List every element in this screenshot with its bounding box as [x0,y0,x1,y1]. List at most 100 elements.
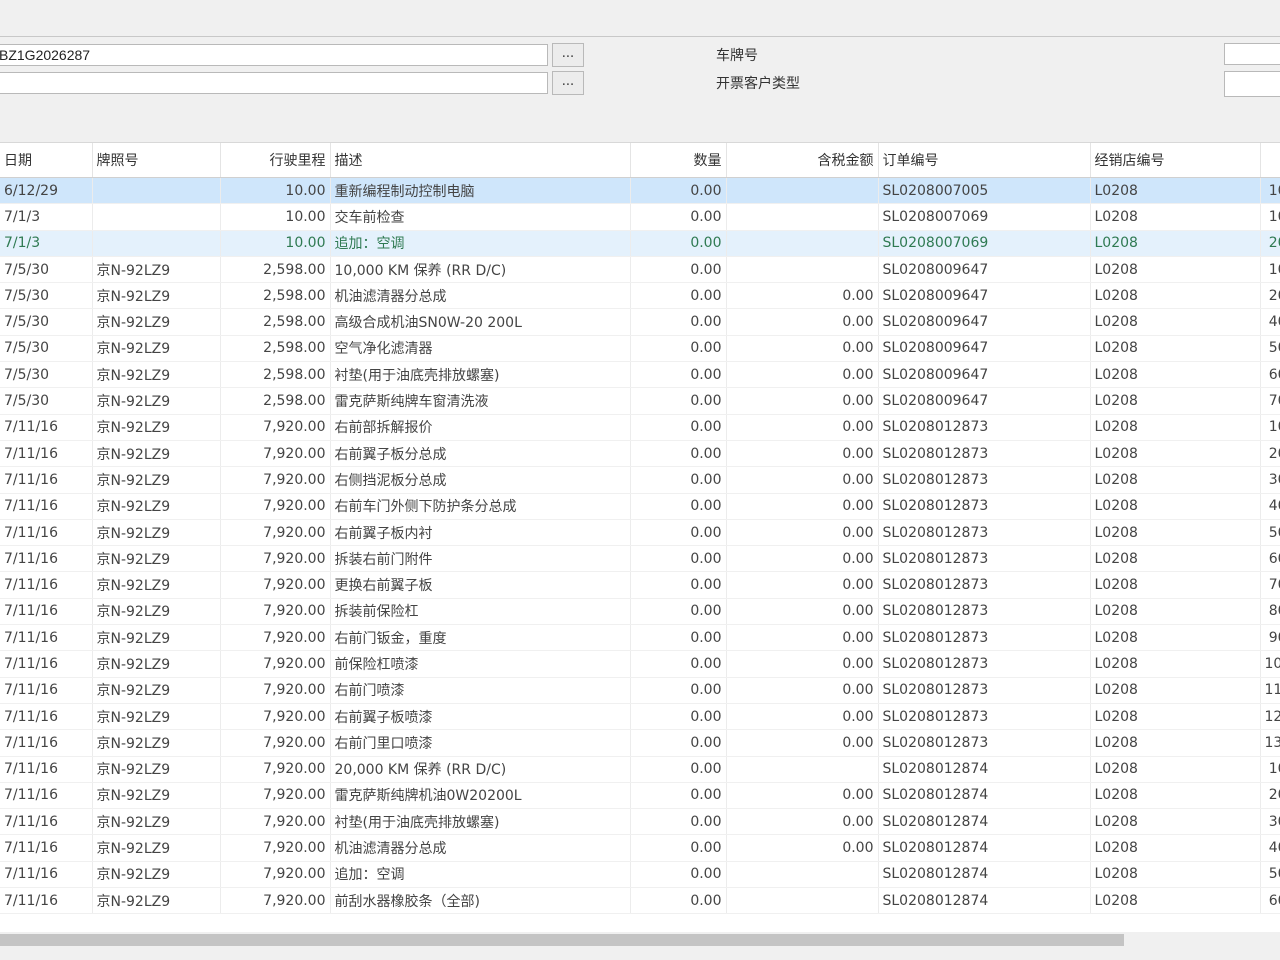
col-header-line[interactable]: 行 [1260,143,1280,178]
table-row[interactable]: 7/1/3 10.00追加：空调0.00 SL0208007069L0208200 [0,230,1280,257]
row-dealer-number: L0208 [1090,834,1261,862]
row-description: 追加：空调 [330,230,631,257]
service-history-grid[interactable]: 日期 牌照号 行驶里程 描述 数量 含税金额 订单编号 经销店编号 行 6/12… [0,142,1280,933]
col-header-dealer-number[interactable]: 经销店编号 [1090,143,1261,178]
invoice-customer-type-label: 开票客户类型 [716,76,800,92]
table-row[interactable]: 7/1/3 10.00交车前检查0.00 SL0208007069L0208100 [0,203,1280,231]
row-description: 右侧挡泥板分总成 [330,466,631,494]
row-date: 7/1/3 [0,203,93,231]
table-row[interactable]: 7/11/16 京N-92LZ9 7,920.00 右前车门外侧下防护条分总成 0.00… [0,493,1280,520]
row-quantity: 0.00 [630,598,727,626]
table-row[interactable]: 7/11/16 京N-92LZ9 7,920.00 拆装右前门附件 0.00 0.00 SL… [0,545,1280,573]
table-row[interactable]: 6/12/29 10.00 重新编程制动控制电脑 0.00 SL0208007005 L0… [0,177,1280,205]
table-row[interactable]: 7/11/16 京N-92LZ9 7,920.00 前保险杠喷漆 0.00 0.00 SL0… [0,650,1280,678]
row-mileage: 7,920.00 [220,861,331,889]
table-row[interactable]: 7/11/16 京N-92LZ9 7,920.00 机油滤清器分总成 0.00 0.00 S… [0,834,1280,862]
row-line: 400 [1260,834,1280,862]
table-row[interactable]: 7/11/16 京N-92LZ9 7,920.00 雷克萨斯纯牌机油0W20200L 0… [0,782,1280,810]
row-quantity: 0.00 [630,256,727,284]
table-row[interactable]: 7/11/16 京N-92LZ9 7,920.00 右前门里口喷漆 0.00 0.00 SL… [0,729,1280,757]
row-plate: 京N-92LZ9 [92,861,221,889]
row-quantity: 0.00 [630,861,727,889]
vin-lookup-button[interactable]: ... [552,43,584,67]
row-order-number: SL0208012873 [878,624,1091,652]
row-date: 7/5/30 [0,256,93,284]
secondary-field[interactable] [0,72,548,94]
row-plate: 京N-92LZ9 [92,729,221,757]
row-description: 10,000 KM 保养 (RR D/C) [330,256,631,284]
row-line: 200 [1260,782,1280,810]
row-date: 7/11/16 [0,545,93,573]
table-row[interactable]: 7/11/16 京N-92LZ9 7,920.00 右前翼子板分总成 0.00 0.00 S… [0,440,1280,468]
row-dealer-number: L0208 [1090,440,1261,468]
table-row[interactable]: 7/5/30 京N-92LZ9 2,598.00 衬垫(用于油底壳排放螺塞) 0.00 0… [0,361,1280,389]
vin-field[interactable] [0,44,548,66]
row-amount: 0.00 [726,624,879,652]
table-row[interactable]: 7/11/16 京N-92LZ9 7,920.00 右前门喷漆 0.00 0.00 SL02… [0,677,1280,704]
row-description: 右前门里口喷漆 [330,729,631,757]
table-row[interactable]: 7/11/16 京N-92LZ9 7,920.00 20,000 KM 保养 (RR … [0,756,1280,783]
table-row[interactable]: 7/11/16 京N-92LZ9 7,920.00 更换右前翼子板 0.00 0.00 SL… [0,571,1280,599]
col-header-mileage[interactable]: 行驶里程 [220,143,331,178]
table-row[interactable]: 7/11/16 京N-92LZ9 7,920.00 追加：空调 0.00 SL020801… [0,861,1280,889]
table-row[interactable]: 7/11/16 京N-92LZ9 7,920.00 右前部拆解报价 0.00 0.00 SL… [0,414,1280,441]
plate-number-field[interactable] [1224,43,1280,65]
row-mileage: 7,920.00 [220,729,331,757]
row-description: 前刮水器橡胶条（全部) [330,887,631,915]
table-row[interactable]: 7/5/30 京N-92LZ9 2,598.00 空气净化滤清器 0.00 0.00 SL0… [0,335,1280,363]
table-row[interactable]: 7/11/16 京N-92LZ9 7,920.00 右前翼子板内衬 0.00 0.00 SL… [0,519,1280,547]
row-plate: 京N-92LZ9 [92,624,221,652]
row-plate: 京N-92LZ9 [92,677,221,704]
row-date: 7/5/30 [0,387,93,415]
col-header-amount[interactable]: 含税金额 [726,143,879,178]
row-quantity: 0.00 [630,308,727,336]
table-row[interactable]: 7/11/16 京N-92LZ9 7,920.00 右前翼子板喷漆 0.00 0.00 SL… [0,703,1280,731]
row-date: 7/11/16 [0,493,93,520]
table-row[interactable]: 7/5/30 京N-92LZ9 2,598.00 雷克萨斯纯牌车窗清洗液 0.00 0.0… [0,387,1280,415]
secondary-input[interactable] [0,73,547,93]
table-row[interactable]: 7/5/30 京N-92LZ9 2,598.00 10,000 KM 保养 (RR D… [0,256,1280,284]
table-row[interactable]: 7/11/16 京N-92LZ9 7,920.00 衬垫(用于油底壳排放螺塞) 0.00… [0,808,1280,836]
horizontal-scrollbar[interactable] [0,932,1280,950]
row-plate: 京N-92LZ9 [92,282,221,310]
table-row[interactable]: 7/5/30 京N-92LZ9 2,598.00 机油滤清器分总成 0.00 0.00 SL… [0,282,1280,310]
table-row[interactable]: 7/11/16 京N-92LZ9 7,920.00 拆装前保险杠 0.00 0.00 SL0… [0,598,1280,626]
row-date: 7/11/16 [0,598,93,626]
row-date: 7/11/16 [0,624,93,652]
row-quantity: 0.00 [630,729,727,757]
col-header-order-number[interactable]: 订单编号 [878,143,1091,178]
row-description: 右前部拆解报价 [330,414,631,441]
row-order-number: SL0208012873 [878,545,1091,573]
row-dealer-number: L0208 [1090,571,1261,599]
col-header-quantity[interactable]: 数量 [630,143,727,178]
table-row[interactable]: 7/11/16 京N-92LZ9 7,920.00 前刮水器橡胶条（全部) 0.00 SL… [0,887,1280,915]
row-line: 500 [1260,861,1280,889]
row-plate: 京N-92LZ9 [92,545,221,573]
row-date: 7/1/3 [0,230,93,257]
table-row[interactable]: 7/11/16 京N-92LZ9 7,920.00 右前门钣金，重度 0.00 0.00 S… [0,624,1280,652]
row-dealer-number: L0208 [1090,203,1261,231]
table-row[interactable]: 7/11/16 京N-92LZ9 7,920.00 右侧挡泥板分总成 0.00 0.00 S… [0,466,1280,494]
row-date: 7/11/16 [0,808,93,836]
secondary-lookup-button[interactable]: ... [552,71,584,95]
col-header-date[interactable]: 日期 [0,143,93,178]
row-quantity: 0.00 [630,834,727,862]
row-plate: 京N-92LZ9 [92,493,221,520]
invoice-customer-type-field[interactable] [1224,71,1280,97]
col-header-description[interactable]: 描述 [330,143,631,178]
row-line: 100 [1260,756,1280,783]
row-description: 重新编程制动控制电脑 [330,177,631,205]
col-header-plate[interactable]: 牌照号 [92,143,221,178]
row-dealer-number: L0208 [1090,414,1261,441]
row-plate [92,177,221,205]
table-row[interactable]: 7/5/30 京N-92LZ9 2,598.00 高级合成机油SN0W-20 200L… [0,308,1280,336]
row-quantity: 0.00 [630,177,727,205]
scrollbar-thumb[interactable] [0,934,1124,946]
row-amount [726,177,879,205]
row-quantity: 0.00 [630,887,727,915]
row-plate: 京N-92LZ9 [92,440,221,468]
row-description: 空气净化滤清器 [330,335,631,363]
toolbar-strip [0,0,1280,37]
vin-input[interactable] [0,45,547,65]
row-amount: 0.00 [726,414,879,441]
